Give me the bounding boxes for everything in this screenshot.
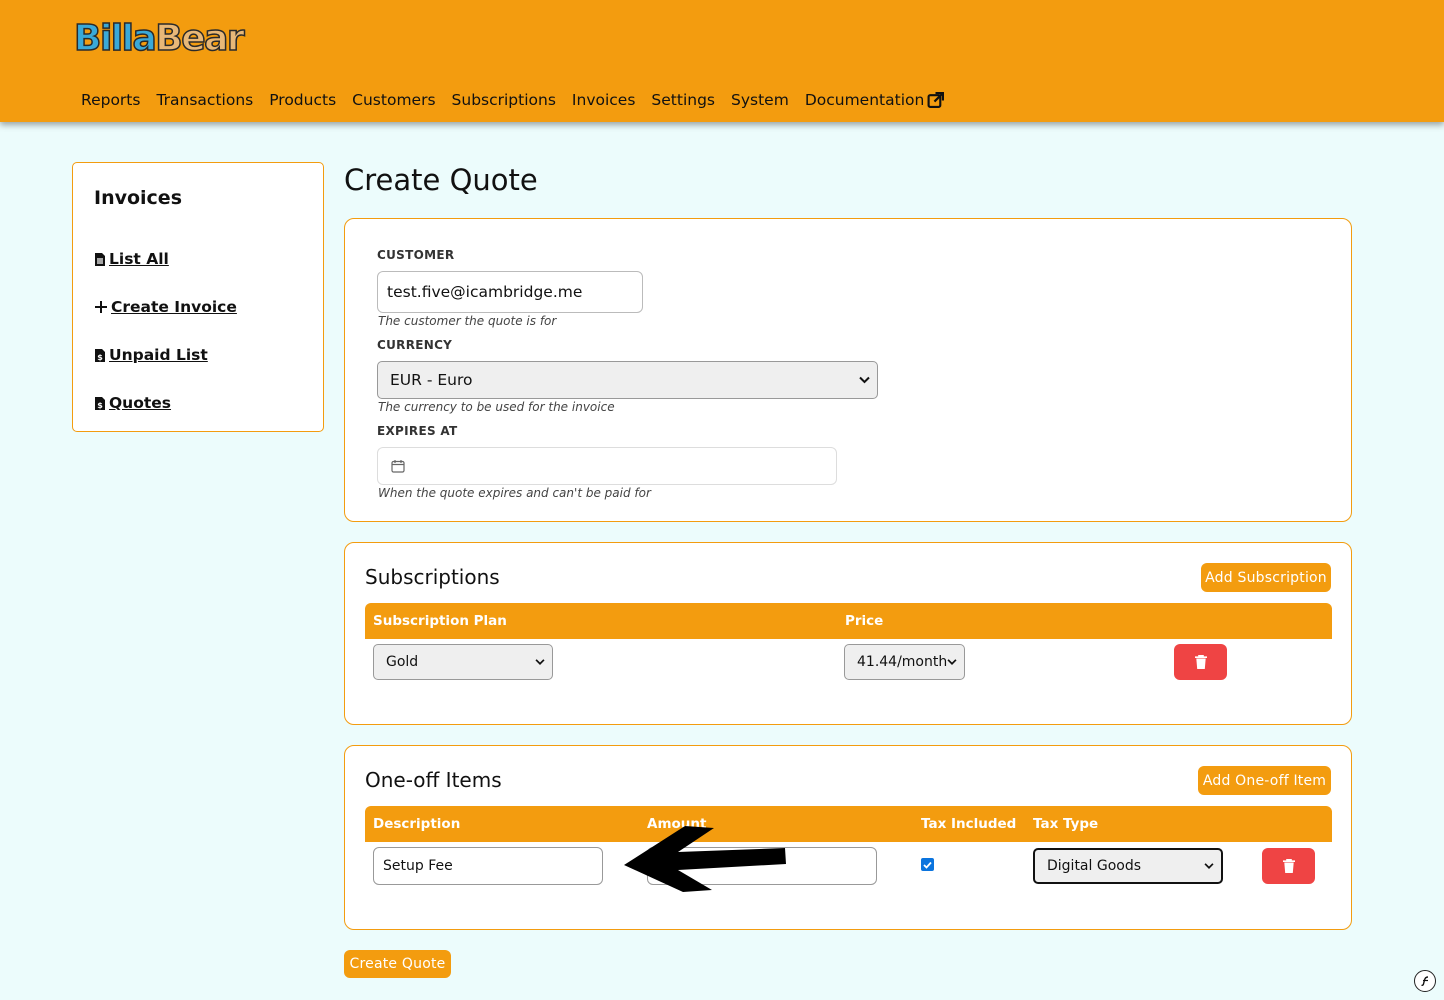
calendar-icon (391, 460, 405, 473)
annotation-arrow (624, 826, 786, 892)
logo-part-billa: Billa (73, 17, 157, 60)
sidebar-item-label: Create Invoice (111, 298, 237, 316)
trash-icon (1194, 655, 1207, 669)
expires-at-help-text: When the quote expires and can't be paid… (378, 486, 651, 500)
add-subscription-button[interactable]: Add Subscription (1201, 563, 1331, 592)
file-invoice-dollar-icon: $ (94, 396, 106, 411)
symfony-logo-icon (1421, 976, 1429, 987)
subscription-price-select[interactable]: 41.44/month (844, 644, 965, 680)
tax-type-select[interactable]: Digital Goods (1033, 848, 1223, 884)
sidebar-item-label: List All (109, 250, 169, 268)
create-quote-button[interactable]: Create Quote (344, 950, 451, 978)
subscription-price-value: 41.44/month (857, 654, 948, 670)
file-lines-icon (94, 252, 106, 267)
column-header-subscription-plan: Subscription Plan (373, 613, 507, 629)
tax-included-checkbox[interactable] (921, 858, 934, 871)
symfony-toolbar-icon[interactable] (1414, 970, 1436, 992)
page-title: Create Quote (344, 163, 538, 197)
currency-select[interactable]: EUR - Euro (377, 361, 878, 399)
file-invoice-dollar-icon: $ (94, 348, 106, 363)
chevron-down-icon (535, 659, 545, 665)
nav-subscriptions[interactable]: Subscriptions (452, 91, 556, 109)
sidebar-item-unpaid-list[interactable]: $ Unpaid List (94, 346, 208, 364)
invoices-sidebar: Invoices List All Create Invoice $ Unpai… (72, 162, 324, 432)
nav-system[interactable]: System (731, 91, 789, 109)
currency-help-text: The currency to be used for the invoice (378, 400, 615, 414)
chevron-down-icon (1204, 863, 1214, 869)
chevron-down-icon (947, 659, 957, 665)
sidebar-item-quotes[interactable]: $ Quotes (94, 394, 171, 412)
one-off-items-card: One-off Items Add One-off Item Descripti… (344, 745, 1352, 930)
nav-customers[interactable]: Customers (352, 91, 435, 109)
delete-one-off-item-button[interactable] (1262, 848, 1315, 884)
nav-invoices[interactable]: Invoices (572, 91, 636, 109)
nav-settings[interactable]: Settings (651, 91, 715, 109)
expires-at-date-input[interactable] (377, 447, 837, 485)
currency-select-value: EUR - Euro (390, 371, 473, 389)
subscription-plan-value: Gold (386, 654, 419, 670)
subscription-plan-select[interactable]: Gold (373, 644, 553, 680)
subscriptions-table-header: Subscription Plan Price (365, 603, 1332, 639)
logo-part-bear: Bear (155, 17, 246, 60)
checkmark-icon (923, 861, 932, 869)
column-header-tax-type: Tax Type (1033, 816, 1099, 832)
sidebar-item-label: Quotes (109, 394, 172, 412)
expires-at-label: EXPIRES AT (377, 424, 458, 438)
quote-details-card: CUSTOMER test.five@icambridge.me The cus… (344, 218, 1352, 522)
customer-help-text: The customer the quote is for (378, 314, 557, 328)
customer-label: CUSTOMER (377, 248, 455, 262)
nav-transactions[interactable]: Transactions (156, 91, 253, 109)
nav-reports[interactable]: Reports (81, 91, 140, 109)
sidebar-item-label: Unpaid List (109, 346, 208, 364)
description-input[interactable]: Setup Fee (373, 847, 603, 885)
top-header: BillaBear Reports Transactions Products … (0, 0, 1444, 122)
billabear-logo[interactable]: BillaBear (73, 17, 246, 60)
external-link-icon (927, 91, 945, 108)
column-header-tax-included: Tax Included (921, 816, 1017, 832)
nav-documentation[interactable]: Documentation (805, 91, 945, 109)
subscriptions-title: Subscriptions (365, 565, 500, 589)
nav-documentation-label: Documentation (804, 91, 925, 109)
trash-icon (1282, 859, 1295, 873)
add-one-off-item-button[interactable]: Add One-off Item (1198, 766, 1331, 795)
tax-type-value: Digital Goods (1047, 858, 1142, 874)
delete-subscription-button[interactable] (1174, 644, 1227, 680)
customer-input[interactable]: test.five@icambridge.me (377, 271, 643, 313)
plus-icon (94, 300, 108, 314)
sidebar-item-create-invoice[interactable]: Create Invoice (94, 298, 237, 316)
svg-text:$: $ (97, 401, 103, 410)
sidebar-item-list-all[interactable]: List All (94, 250, 169, 268)
chevron-down-icon (859, 376, 870, 384)
svg-text:$: $ (97, 353, 103, 362)
sidebar-title: Invoices (94, 187, 183, 209)
subscriptions-card: Subscriptions Add Subscription Subscript… (344, 542, 1352, 725)
nav-products[interactable]: Products (269, 91, 336, 109)
main-nav: Reports Transactions Products Customers … (81, 91, 960, 109)
currency-label: CURRENCY (377, 338, 453, 352)
column-header-price: Price (845, 613, 884, 629)
one-off-items-table-header: Description Amount Tax Included Tax Type (365, 806, 1332, 842)
column-header-description: Description (373, 816, 461, 832)
one-off-items-title: One-off Items (365, 768, 502, 792)
